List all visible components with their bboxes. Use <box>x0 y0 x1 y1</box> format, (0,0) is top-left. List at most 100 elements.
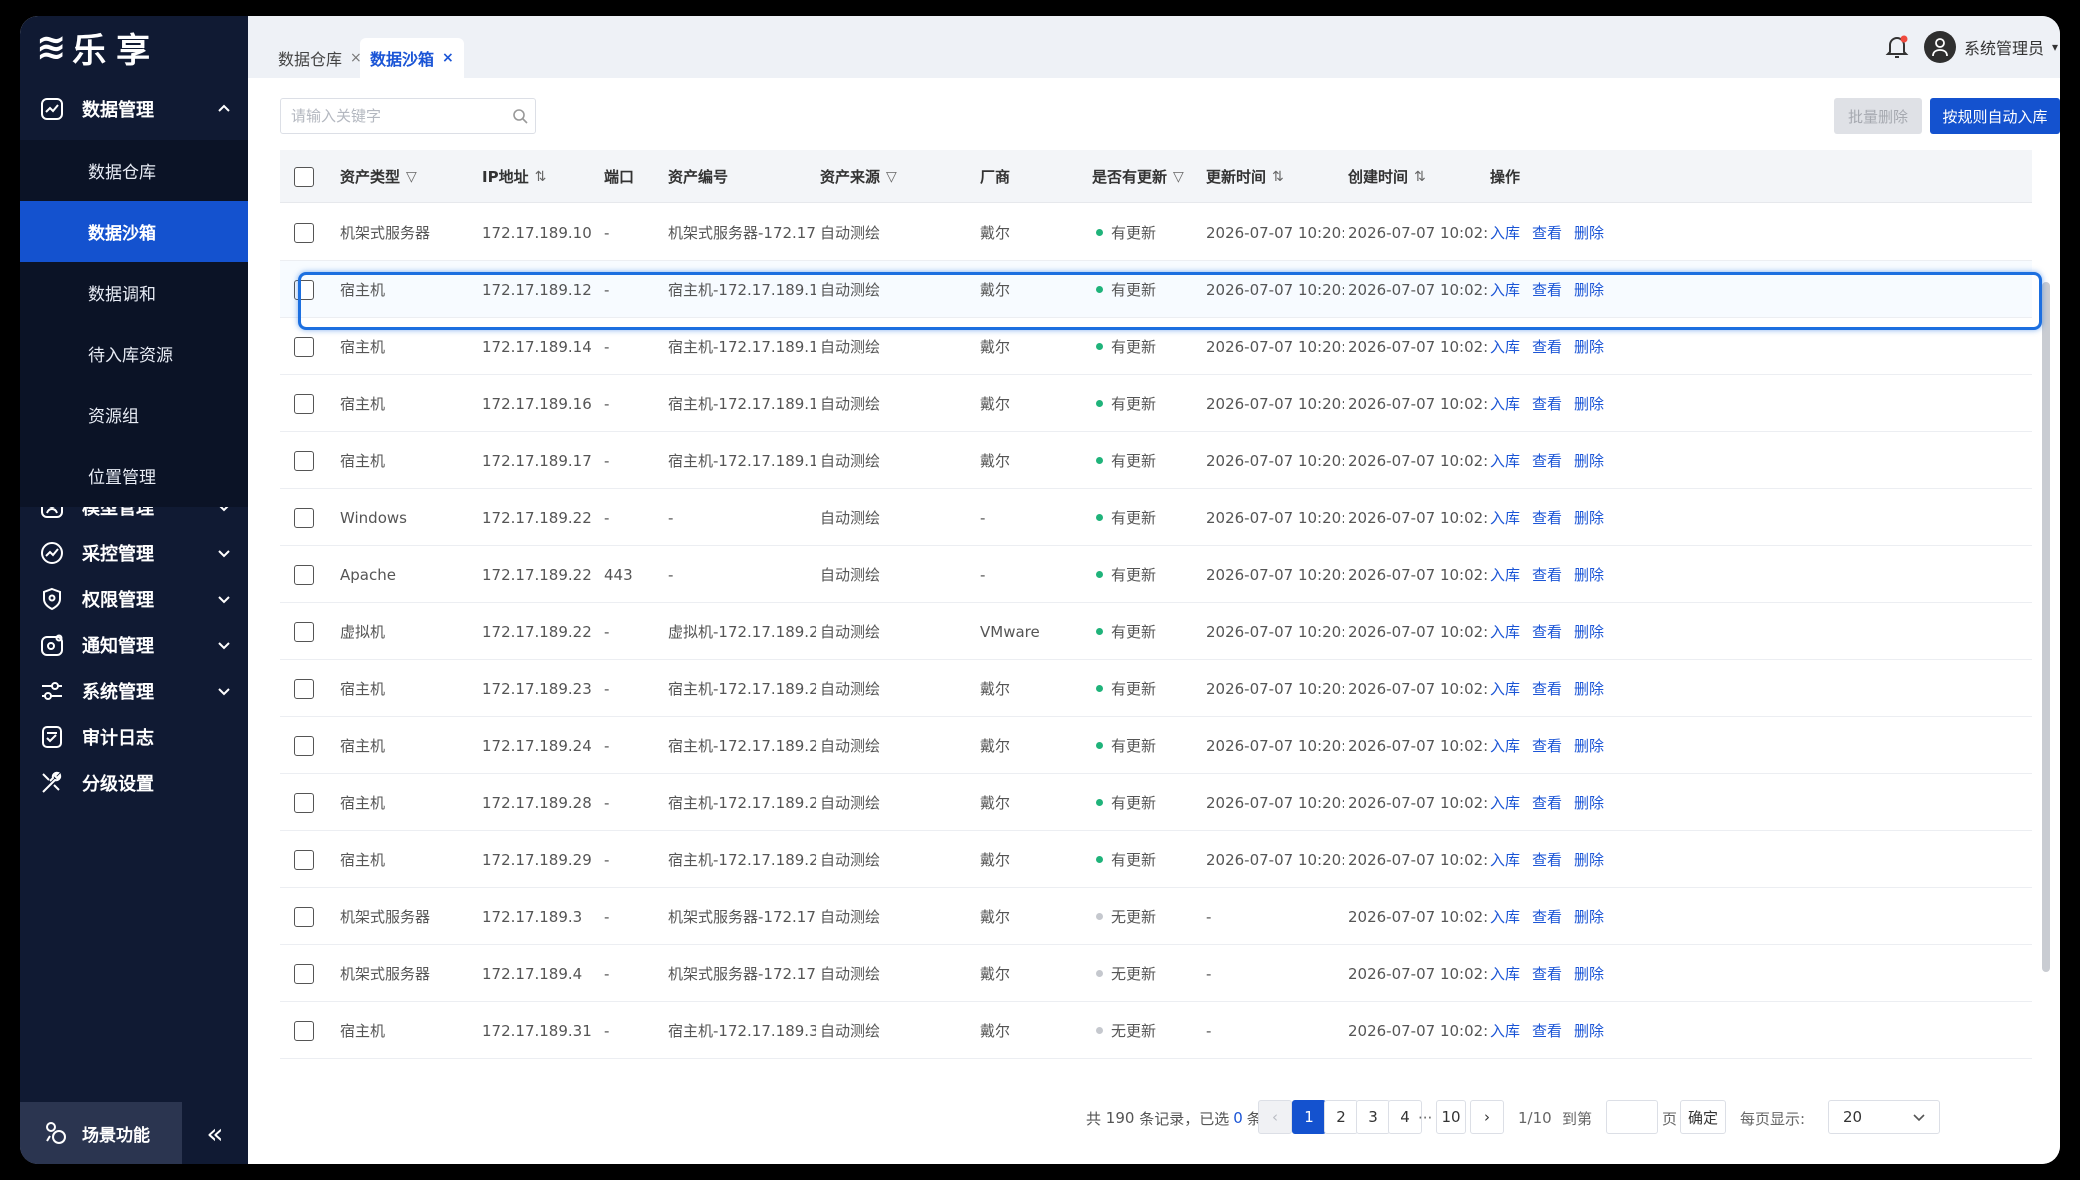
row-checkbox[interactable] <box>294 906 314 927</box>
sidebar-subitem-1[interactable]: 数据沙箱 <box>20 201 248 262</box>
page-button[interactable]: 2 <box>1324 1100 1358 1134</box>
collapse-sidebar-icon[interactable]: « <box>182 1102 248 1164</box>
row-checkbox[interactable] <box>294 735 314 756</box>
auto-import-button[interactable]: 按规则自动入库 <box>1930 98 2060 134</box>
delete-link[interactable]: 删除 <box>1574 1077 1604 1078</box>
table-row[interactable]: 宿主机172.17.189.31-宿主机-172.17.189.31...自动测… <box>280 1002 2032 1059</box>
page-button[interactable]: 4 <box>1388 1100 1422 1134</box>
import-link[interactable]: 入库 <box>1490 450 1520 471</box>
table-row[interactable]: 宿主机 172.17.189.12- 宿主机-172.17.189.12...自动测… <box>280 261 2032 318</box>
table-scrollbar[interactable] <box>2042 282 2050 972</box>
view-link[interactable]: 查看 <box>1532 678 1562 699</box>
table-row[interactable]: Windows 172.17.189.22- - 自动测绘 - 有更新 2026-07-07… <box>280 489 2032 546</box>
delete-link[interactable]: 删除 <box>1574 222 1604 243</box>
sidebar-subitem-3[interactable]: 待入库资源 <box>20 323 248 384</box>
goto-confirm-button[interactable]: 确定 <box>1680 1100 1726 1134</box>
table-row[interactable]: 宿主机 172.17.189.28- 宿主机-172.17.189.28...自动测… <box>280 774 2032 831</box>
import-link[interactable]: 入库 <box>1490 678 1520 699</box>
delete-link[interactable]: 删除 <box>1574 564 1604 585</box>
sidebar-subitem-0[interactable]: 数据仓库 <box>20 140 248 201</box>
next-page-button[interactable]: › <box>1470 1100 1504 1134</box>
sidebar-subitem-2[interactable]: 数据调和 <box>20 262 248 323</box>
tab-data-warehouse[interactable]: 数据仓库 × <box>268 38 372 78</box>
sidebar-group-9[interactable]: 分级设置 <box>20 752 248 813</box>
row-checkbox[interactable] <box>294 222 314 243</box>
import-link[interactable]: 入库 <box>1490 336 1520 357</box>
view-link[interactable]: 查看 <box>1532 564 1562 585</box>
import-link[interactable]: 入库 <box>1490 621 1520 642</box>
chevron-down-icon[interactable] <box>212 679 236 703</box>
table-row[interactable]: Apache 172.17.189.22 443 - 自动测绘 - 有更新 2026-07-0… <box>280 546 2032 603</box>
import-link[interactable]: 入库 <box>1490 393 1520 414</box>
row-checkbox[interactable] <box>294 963 314 984</box>
sidebar-group-0[interactable]: 数据管理 <box>20 78 248 139</box>
import-link[interactable]: 入库 <box>1490 849 1520 870</box>
table-row[interactable]: 宿主机 172.17.189.24- 宿主机-172.17.189.24...自动测… <box>280 717 2032 774</box>
import-link[interactable]: 入库 <box>1490 792 1520 813</box>
delete-link[interactable]: 删除 <box>1574 792 1604 813</box>
sort-icon[interactable]: ⇅ <box>535 169 547 185</box>
row-checkbox[interactable] <box>294 507 314 528</box>
page-button[interactable]: 3 <box>1356 1100 1390 1134</box>
view-link[interactable]: 查看 <box>1532 849 1562 870</box>
row-checkbox[interactable] <box>294 678 314 699</box>
import-link[interactable]: 入库 <box>1490 564 1520 585</box>
table-row[interactable]: 机架式服务器 172.17.189.4 - 机架式服务器-172.17....自动测绘… <box>280 945 2032 1002</box>
import-link[interactable]: 入库 <box>1490 507 1520 528</box>
chevron-down-icon[interactable] <box>212 541 236 565</box>
page-button[interactable]: 1 <box>1292 1100 1326 1134</box>
import-link[interactable]: 入库 <box>1490 963 1520 984</box>
delete-link[interactable]: 删除 <box>1574 678 1604 699</box>
table-row[interactable]: 宿主机172.17.189.33-宿主机-172.17.189.33...自动测… <box>280 1059 2032 1078</box>
row-checkbox[interactable] <box>294 450 314 471</box>
user-menu[interactable]: 系统管理员 ▾ <box>1924 30 2058 64</box>
prev-page-button[interactable]: ‹ <box>1258 1100 1292 1134</box>
search-box[interactable] <box>280 98 536 134</box>
delete-link[interactable]: 删除 <box>1574 279 1604 300</box>
view-link[interactable]: 查看 <box>1532 1077 1562 1078</box>
row-checkbox[interactable] <box>294 1077 314 1078</box>
delete-link[interactable]: 删除 <box>1574 507 1604 528</box>
import-link[interactable]: 入库 <box>1490 222 1520 243</box>
delete-link[interactable]: 删除 <box>1574 735 1604 756</box>
row-checkbox[interactable] <box>294 564 314 585</box>
scene-function-button[interactable]: 场景功能 <box>20 1102 182 1164</box>
sidebar-subitem-4[interactable]: 资源组 <box>20 384 248 445</box>
filter-icon[interactable]: ▽ <box>1173 169 1184 185</box>
batch-delete-button[interactable]: 批量删除 <box>1834 98 1922 134</box>
view-link[interactable]: 查看 <box>1532 621 1562 642</box>
sort-icon[interactable]: ⇅ <box>1272 169 1284 185</box>
view-link[interactable]: 查看 <box>1532 906 1562 927</box>
import-link[interactable]: 入库 <box>1490 1077 1520 1078</box>
view-link[interactable]: 查看 <box>1532 963 1562 984</box>
chevron-down-icon[interactable] <box>212 633 236 657</box>
view-link[interactable]: 查看 <box>1532 279 1562 300</box>
delete-link[interactable]: 删除 <box>1574 393 1604 414</box>
delete-link[interactable]: 删除 <box>1574 1020 1604 1041</box>
row-checkbox[interactable] <box>294 1020 314 1041</box>
sidebar-subitem-5[interactable]: 位置管理 <box>20 445 248 506</box>
table-row[interactable]: 宿主机 172.17.189.14- 宿主机-172.17.189.14...自动测… <box>280 318 2032 375</box>
table-row[interactable]: 机架式服务器 172.17.189.3 - 机架式服务器-172.17....自动测绘… <box>280 888 2032 945</box>
view-link[interactable]: 查看 <box>1532 336 1562 357</box>
row-checkbox[interactable] <box>294 792 314 813</box>
per-page-select[interactable]: 20 <box>1828 1100 1940 1134</box>
delete-link[interactable]: 删除 <box>1574 450 1604 471</box>
view-link[interactable]: 查看 <box>1532 450 1562 471</box>
table-row[interactable]: 宿主机 172.17.189.23- 宿主机-172.17.189.23...自动测… <box>280 660 2032 717</box>
row-checkbox[interactable] <box>294 621 314 642</box>
tab-data-sandbox[interactable]: 数据沙箱 × <box>360 38 464 78</box>
import-link[interactable]: 入库 <box>1490 906 1520 927</box>
import-link[interactable]: 入库 <box>1490 279 1520 300</box>
table-row[interactable]: 机架式服务器 172.17.189.10- 机架式服务器-172.17....自动测… <box>280 204 2032 261</box>
chevron-up-icon[interactable] <box>212 97 236 121</box>
import-link[interactable]: 入库 <box>1490 735 1520 756</box>
select-all-checkbox[interactable] <box>294 166 314 187</box>
close-icon[interactable]: × <box>442 50 454 66</box>
row-checkbox[interactable] <box>294 393 314 414</box>
chevron-down-icon[interactable] <box>212 587 236 611</box>
table-row[interactable]: 宿主机 172.17.189.17- 宿主机-172.17.189.17...自动测… <box>280 432 2032 489</box>
filter-icon[interactable]: ▽ <box>886 169 897 185</box>
import-link[interactable]: 入库 <box>1490 1020 1520 1041</box>
search-input[interactable] <box>291 107 505 125</box>
